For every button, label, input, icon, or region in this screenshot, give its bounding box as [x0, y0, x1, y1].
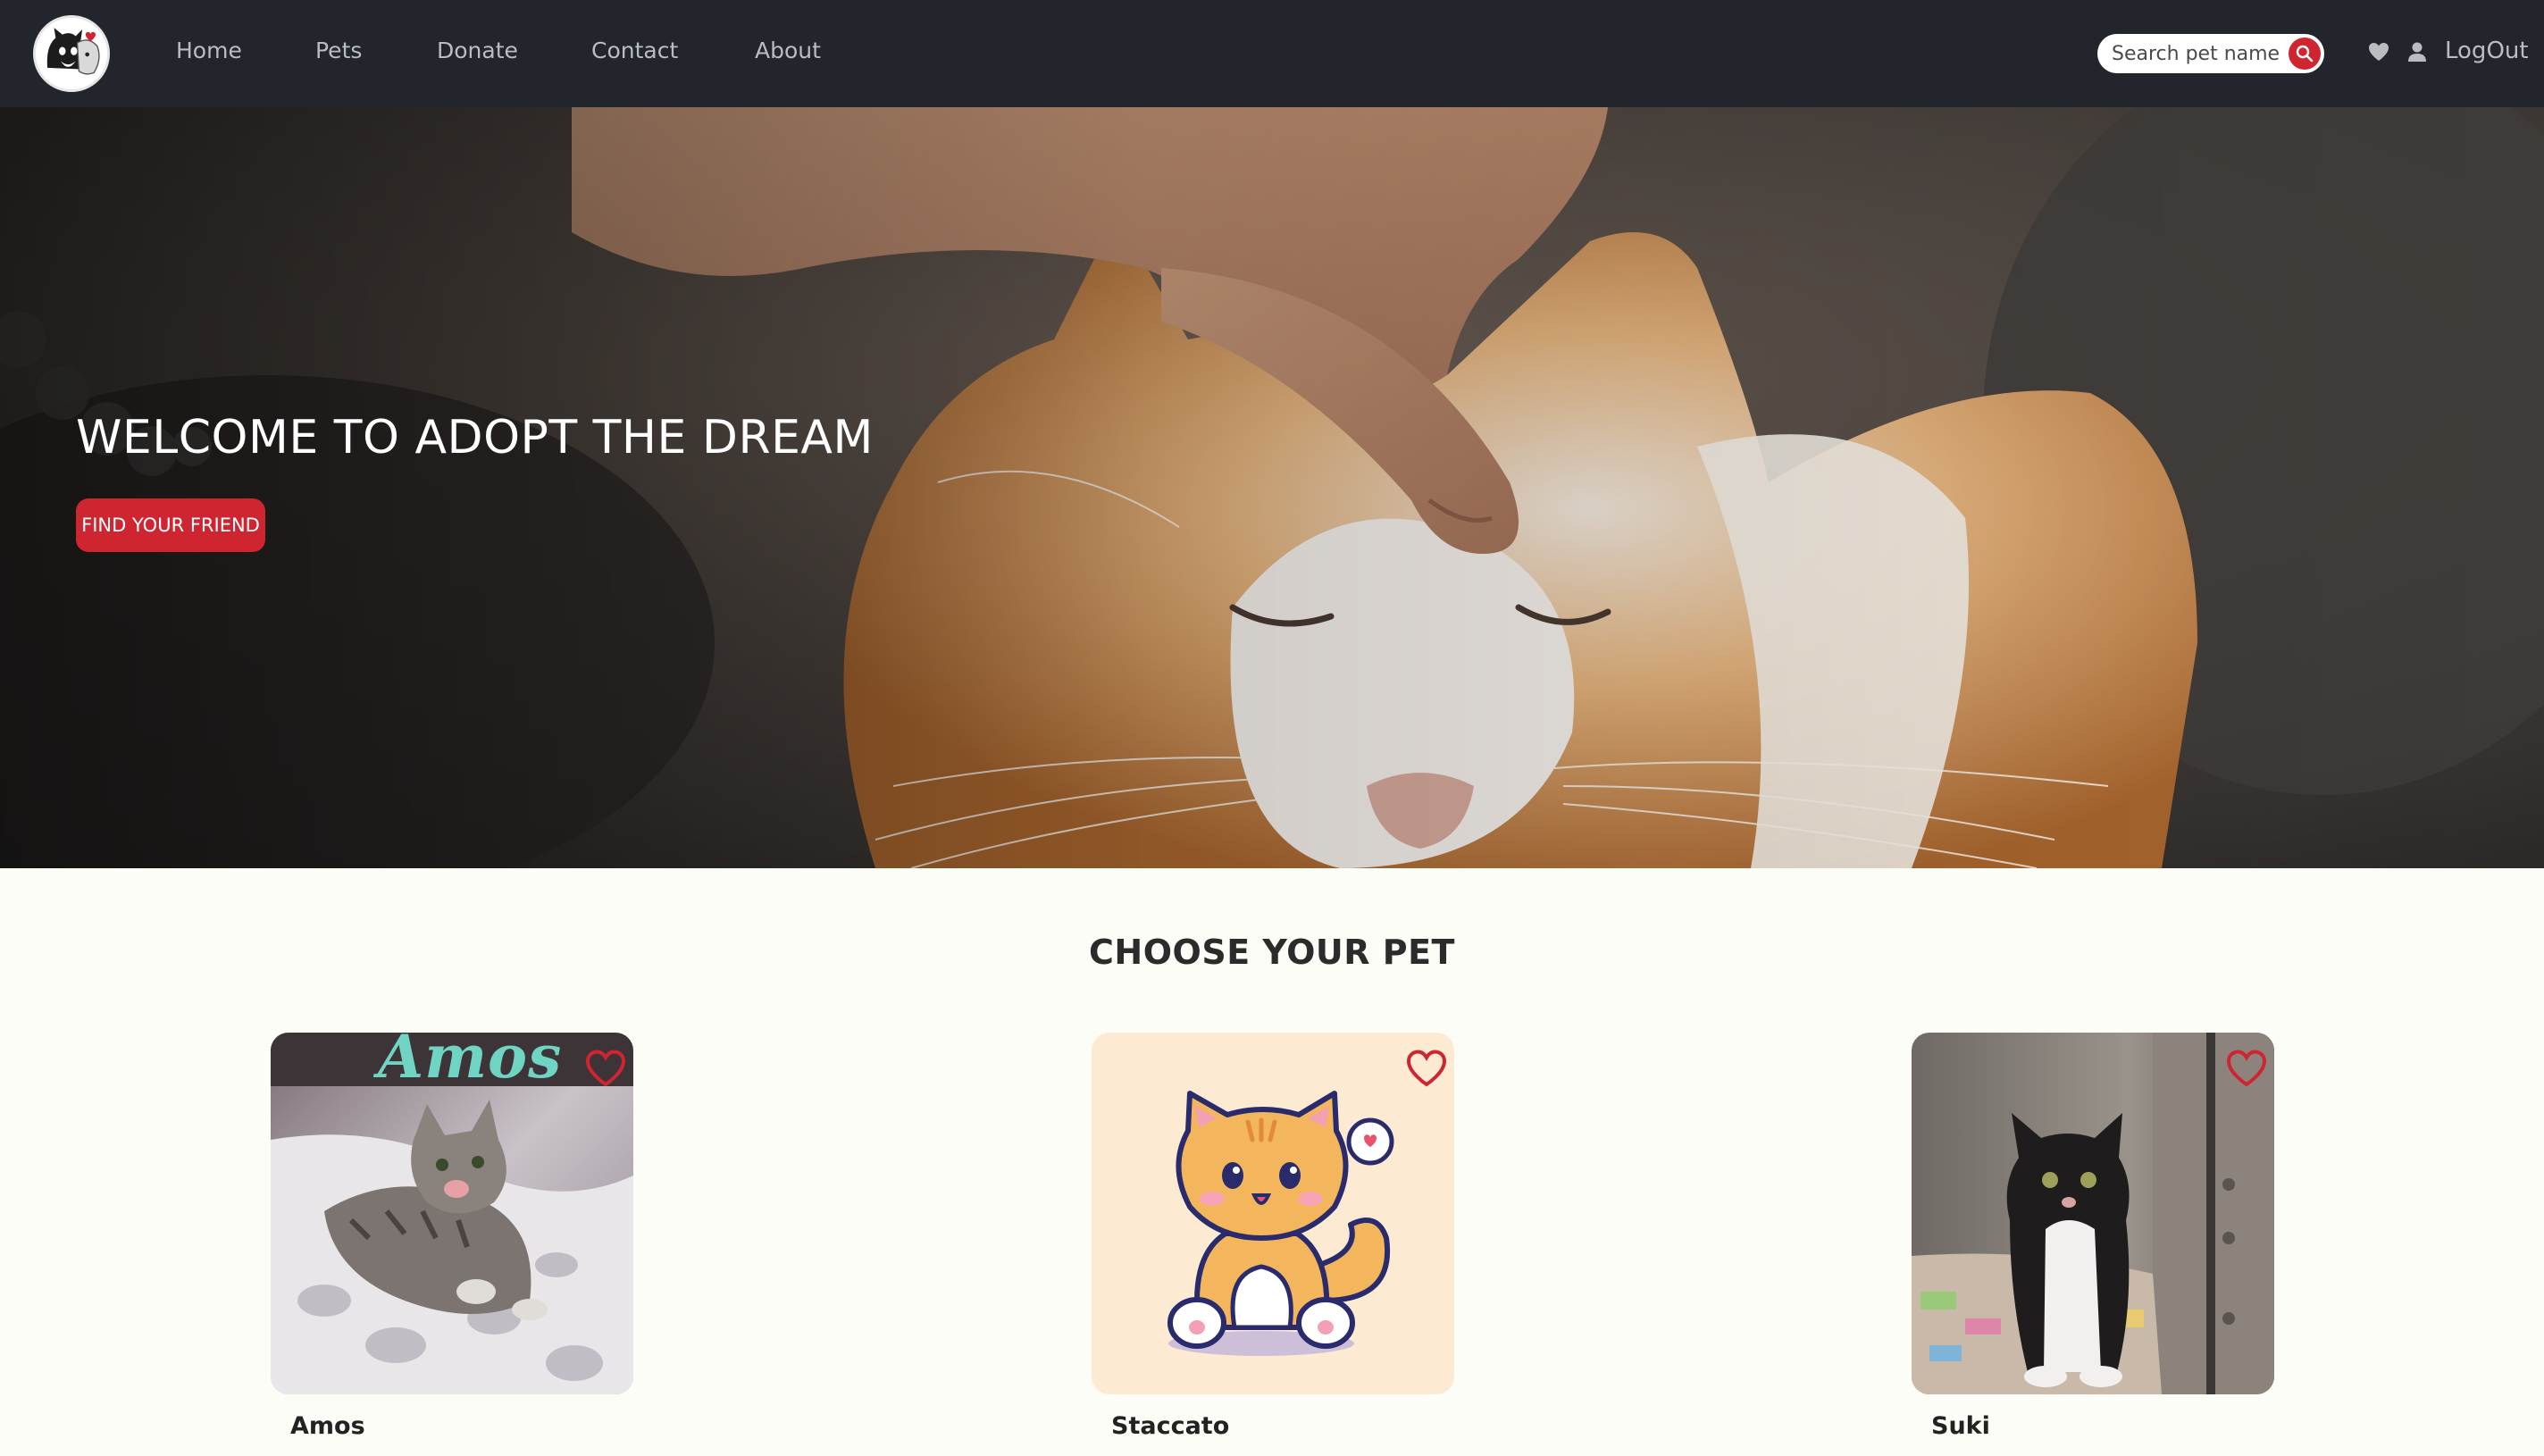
search-button[interactable]: [2289, 38, 2321, 70]
site-logo[interactable]: [33, 15, 110, 92]
nav-link-home[interactable]: Home: [176, 38, 242, 63]
pet-photo-staccato: [1092, 1033, 1454, 1394]
hero-banner: WELCOME TO ADOPT THE DREAM FIND YOUR FRI…: [0, 107, 2544, 868]
pet-photo-caption: Amos: [378, 1022, 563, 1092]
favorite-button-staccato[interactable]: [1404, 1047, 1449, 1090]
hero-cat-photo: [0, 107, 2544, 868]
hero-title: WELCOME TO ADOPT THE DREAM: [76, 411, 874, 464]
nav-link-about[interactable]: About: [755, 38, 821, 63]
cat-dog-logo-icon: [36, 18, 107, 89]
profile-button[interactable]: [2406, 40, 2429, 63]
pet-card-suki[interactable]: Suki: [1912, 1033, 2274, 1445]
user-icon: [2408, 42, 2426, 62]
search-icon: [2296, 45, 2314, 63]
nav-link-contact[interactable]: Contact: [591, 38, 678, 63]
pet-name-staccato: Staccato: [1111, 1412, 1230, 1440]
pet-card-staccato[interactable]: Staccato: [1092, 1033, 1454, 1445]
favorite-button-suki[interactable]: [2224, 1047, 2269, 1090]
heart-outline-icon: [1406, 1050, 1447, 1087]
section-title: CHOOSE YOUR PET: [1089, 933, 1455, 972]
favorite-button-amos[interactable]: [583, 1047, 628, 1090]
find-your-friend-button[interactable]: FIND YOUR FRIEND: [76, 498, 265, 552]
heart-outline-icon: [585, 1050, 626, 1087]
nav-link-donate[interactable]: Donate: [437, 38, 518, 63]
cartoon-cat-illustration: [1092, 1033, 1454, 1394]
logout-link[interactable]: LogOut: [2445, 38, 2529, 64]
pet-name-amos: Amos: [290, 1412, 365, 1440]
navbar: Home Pets Donate Contact About LogOut: [0, 0, 2544, 107]
kitten-photo: [1912, 1033, 2274, 1394]
pet-card-amos[interactable]: Amos Amos: [271, 1022, 633, 1445]
favorites-button[interactable]: [2367, 40, 2390, 63]
nav-link-pets[interactable]: Pets: [315, 38, 362, 63]
pet-photo-suki: [1912, 1033, 2274, 1394]
search-input[interactable]: [2097, 34, 2285, 73]
heart-outline-icon: [2226, 1050, 2267, 1087]
search-box: [2097, 34, 2324, 73]
heart-icon: [2369, 43, 2389, 61]
pet-name-suki: Suki: [1931, 1412, 1990, 1440]
